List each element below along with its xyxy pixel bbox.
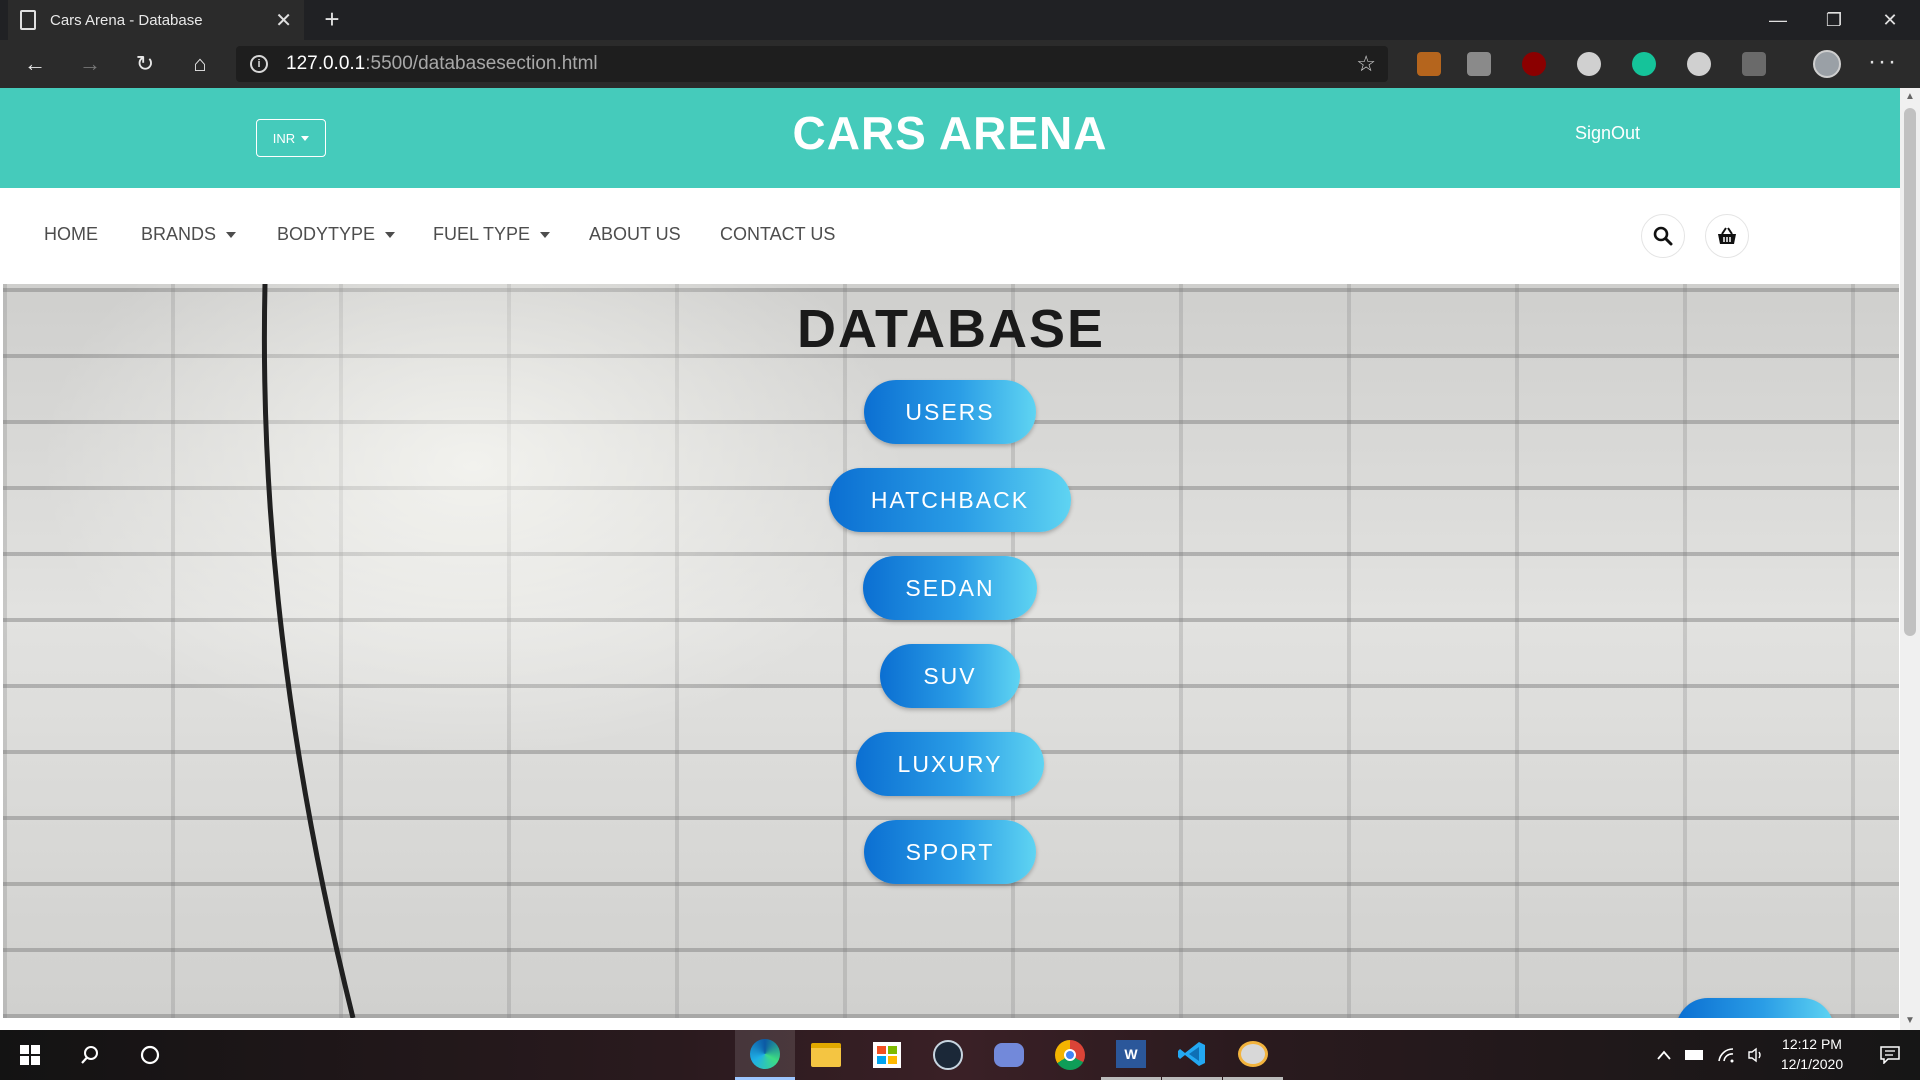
clock-time: 12:12 PM (1782, 1036, 1842, 1052)
scrollbar-thumb[interactable] (1904, 108, 1916, 636)
extension-icon[interactable] (1742, 52, 1766, 76)
ublock-extension-icon[interactable] (1522, 52, 1546, 76)
taskbar-clock[interactable]: 12:12 PM 12/1/2020 (1772, 1034, 1852, 1074)
new-tab-button[interactable]: + (316, 4, 348, 36)
browser-toolbar: ← → ↻ ⌂ i 127.0.0.1 :5500/databasesectio… (0, 40, 1920, 88)
scroll-up-arrow-icon[interactable]: ▲ (1900, 88, 1920, 106)
nav-brands[interactable]: BRANDS (141, 224, 237, 245)
luxury-button[interactable]: LUXURY (856, 732, 1044, 796)
site-info-icon[interactable]: i (250, 55, 268, 73)
windows-logo-icon (20, 1045, 40, 1065)
suv-button[interactable]: SUV (880, 644, 1020, 708)
users-button[interactable]: USERS (864, 380, 1036, 444)
vscode-icon[interactable] (1162, 1030, 1222, 1080)
page-viewport: INR CARS ARENA SignOut HOME BRANDS BODYT… (0, 88, 1920, 1030)
show-hidden-icons-chevron-icon[interactable] (1652, 1030, 1676, 1080)
scroll-down-arrow-icon[interactable]: ▼ (1900, 1012, 1920, 1030)
paint-icon[interactable] (1223, 1030, 1283, 1080)
browser-tab-bar: Cars Arena - Database ✕ + — ❐ ✕ (0, 0, 1920, 40)
address-bar[interactable]: i 127.0.0.1 :5500/databasesection.html ☆ (236, 46, 1388, 82)
back-arrow-icon[interactable]: ← (19, 48, 51, 80)
page-title: DATABASE (797, 299, 1105, 359)
back-button[interactable]: BACK (1676, 998, 1834, 1018)
url-host: 127.0.0.1 (286, 53, 366, 74)
nav-home[interactable]: HOME (44, 224, 98, 245)
chevron-down-icon (226, 231, 237, 238)
wifi-icon[interactable] (1712, 1030, 1740, 1080)
nav-label: BODYTYPE (277, 224, 376, 244)
nav-fuel-type[interactable]: FUEL TYPE (433, 224, 551, 245)
url-path: :5500/databasesection.html (365, 53, 598, 74)
favorite-star-icon[interactable]: ☆ (1356, 51, 1376, 77)
extension-icon[interactable] (1687, 52, 1711, 76)
profile-avatar[interactable] (1813, 50, 1841, 78)
notifications-icon[interactable] (1866, 1030, 1914, 1080)
search-icon (81, 1046, 98, 1064)
forward-arrow-icon[interactable]: → (74, 48, 106, 80)
discord-icon[interactable] (979, 1030, 1039, 1080)
volume-icon[interactable] (1742, 1030, 1770, 1080)
page-icon (20, 10, 36, 30)
windows-taskbar: W 12:12 PM 12/1/2020 (0, 1030, 1920, 1080)
reload-icon[interactable]: ↻ (129, 48, 161, 80)
vertical-scrollbar[interactable]: ▲ ▼ (1900, 88, 1920, 1030)
honey-extension-icon[interactable] (1417, 52, 1441, 76)
cart-button[interactable] (1705, 214, 1749, 258)
browser-tab[interactable]: Cars Arena - Database ✕ (8, 0, 304, 40)
more-menu-icon[interactable]: ··· (1868, 48, 1898, 76)
edge-icon[interactable] (735, 1030, 795, 1080)
nav-contact-us[interactable]: CONTACT US (720, 224, 835, 245)
brick-wall-hero: DATABASE USERS HATCHBACK SEDAN SUV LUXUR… (3, 284, 1899, 1018)
extension-icon[interactable] (1467, 52, 1491, 76)
sedan-button[interactable]: SEDAN (863, 556, 1037, 620)
chevron-down-icon (540, 231, 551, 238)
start-button[interactable] (0, 1030, 60, 1080)
nav-bodytype[interactable]: BODYTYPE (277, 224, 396, 245)
search-button[interactable] (60, 1030, 120, 1080)
store-icon[interactable] (857, 1030, 917, 1080)
basket-icon (1718, 227, 1736, 244)
chevron-down-icon (385, 231, 396, 238)
file-explorer-icon[interactable] (796, 1030, 856, 1080)
clock-date: 12/1/2020 (1780, 1056, 1844, 1072)
hatchback-button[interactable]: HATCHBACK (829, 468, 1071, 532)
cortana-icon (140, 1045, 160, 1065)
search-button[interactable] (1641, 214, 1685, 258)
home-icon[interactable]: ⌂ (184, 48, 216, 80)
nav-label: ABOUT US (589, 224, 681, 244)
signout-link[interactable]: SignOut (1575, 123, 1640, 144)
hanging-cable-image (261, 284, 356, 1018)
nav-label: FUEL TYPE (433, 224, 531, 244)
sport-button[interactable]: SPORT (864, 820, 1036, 884)
cortana-button[interactable] (120, 1030, 180, 1080)
window-close-button[interactable]: ✕ (1862, 0, 1918, 40)
minimize-button[interactable]: — (1750, 0, 1806, 40)
restore-button[interactable]: ❐ (1806, 0, 1862, 40)
steam-icon[interactable] (918, 1030, 978, 1080)
nav-label: BRANDS (141, 224, 217, 244)
battery-icon[interactable] (1680, 1030, 1708, 1080)
extension-icon[interactable] (1577, 52, 1601, 76)
grammarly-extension-icon[interactable] (1632, 52, 1656, 76)
nav-label: CONTACT US (720, 224, 836, 244)
search-icon (1653, 226, 1673, 246)
chrome-icon[interactable] (1040, 1030, 1100, 1080)
tab-close-icon[interactable]: ✕ (275, 8, 292, 33)
nav-about-us[interactable]: ABOUT US (589, 224, 681, 245)
site-header: INR CARS ARENA SignOut (0, 88, 1900, 188)
word-icon[interactable]: W (1101, 1030, 1161, 1080)
main-navigation: HOME BRANDS BODYTYPE FUEL TYPE ABOUT US … (0, 188, 1900, 284)
nav-label: HOME (44, 224, 98, 244)
tab-title: Cars Arena - Database (50, 11, 203, 29)
